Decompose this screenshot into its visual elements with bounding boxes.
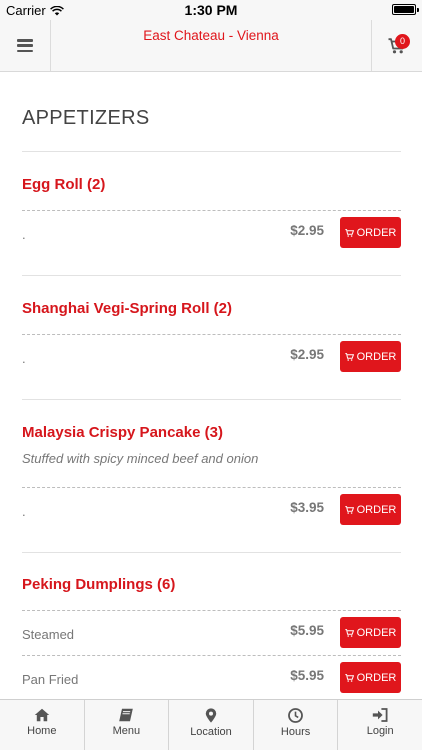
tab-label: Location xyxy=(190,726,232,738)
tab-hours[interactable]: Hours xyxy=(254,700,339,750)
book-icon xyxy=(119,708,134,722)
cart-count-badge: 0 xyxy=(395,34,410,49)
option-price: $2.95 xyxy=(290,347,324,362)
order-button[interactable]: ORDER xyxy=(340,494,401,525)
order-button[interactable]: ORDER xyxy=(340,341,401,372)
app-header: East Chateau - Vienna 0 xyxy=(0,20,422,72)
menu-item: Egg Roll (2) . $2.95 ORDER xyxy=(22,176,401,248)
item-divider xyxy=(22,275,401,276)
option-label: . xyxy=(22,227,26,242)
cart-icon xyxy=(344,673,354,682)
item-name: Peking Dumplings (6) xyxy=(22,576,176,593)
status-time: 1:30 PM xyxy=(184,2,238,18)
tab-location[interactable]: Location xyxy=(169,700,254,750)
item-name: Malaysia Crispy Pancake (3) xyxy=(22,424,223,441)
tab-menu[interactable]: Menu xyxy=(85,700,170,750)
option-price: $3.95 xyxy=(290,500,324,515)
item-name: Egg Roll (2) xyxy=(22,176,106,193)
cart-icon xyxy=(344,505,354,514)
item-option-row: Steamed $5.95 ORDER xyxy=(22,610,401,654)
cart-icon xyxy=(344,628,354,637)
item-description: Stuffed with spicy minced beef and onion xyxy=(22,451,259,466)
status-bar: Carrier 1:30 PM xyxy=(0,0,422,20)
order-button-label: ORDER xyxy=(356,503,397,516)
hamburger-icon xyxy=(17,39,33,52)
item-option-row: . $3.95 ORDER xyxy=(22,487,401,531)
cart-button[interactable]: 0 xyxy=(371,20,422,71)
section-title: APPETIZERS xyxy=(22,107,150,129)
option-price: $5.95 xyxy=(290,668,324,683)
tab-label: Home xyxy=(27,725,57,737)
item-name: Shanghai Vegi-Spring Roll (2) xyxy=(22,300,233,317)
option-price: $2.95 xyxy=(290,223,324,238)
home-icon xyxy=(34,708,49,722)
menu-item: Malaysia Crispy Pancake (3) Stuffed with… xyxy=(22,424,401,525)
tab-label: Hours xyxy=(280,726,311,738)
menu-button[interactable] xyxy=(0,20,51,71)
tab-label: Login xyxy=(366,725,394,737)
option-label: Steamed xyxy=(22,627,75,642)
menu-content[interactable]: APPETIZERS Egg Roll (2) . $2.95 ORDER Sh… xyxy=(0,73,422,698)
option-label: . xyxy=(22,351,26,366)
cart-icon xyxy=(344,228,354,237)
sign-in-icon xyxy=(372,708,388,722)
restaurant-title: East Chateau - Vienna xyxy=(143,28,279,43)
order-button-label: ORDER xyxy=(356,626,397,639)
option-label: . xyxy=(22,504,26,519)
tab-label: Menu xyxy=(112,725,141,737)
order-button[interactable]: ORDER xyxy=(340,617,401,648)
status-right xyxy=(392,4,419,15)
map-pin-icon xyxy=(205,708,217,723)
item-divider xyxy=(22,399,401,400)
option-label: Pan Fried xyxy=(22,672,79,687)
tab-home[interactable]: Home xyxy=(0,700,85,750)
battery-icon xyxy=(392,4,419,15)
tab-login[interactable]: Login xyxy=(338,700,422,750)
clock-icon xyxy=(288,708,303,723)
item-divider xyxy=(22,552,401,553)
tab-bar: Home Menu Location Hours Login xyxy=(0,699,422,750)
menu-item: Shanghai Vegi-Spring Roll (2) . $2.95 OR… xyxy=(22,300,401,372)
section-divider xyxy=(22,151,401,152)
menu-item: Peking Dumplings (6) Steamed $5.95 ORDER… xyxy=(22,576,401,693)
order-button-label: ORDER xyxy=(356,350,397,363)
cart-icon xyxy=(344,352,354,361)
item-option-row: . $2.95 ORDER xyxy=(22,334,401,378)
item-option-row: Pan Fried $5.95 ORDER xyxy=(22,655,401,698)
option-price: $5.95 xyxy=(290,623,324,638)
order-button[interactable]: ORDER xyxy=(340,217,401,248)
order-button[interactable]: ORDER xyxy=(340,662,401,693)
item-option-row: . $2.95 ORDER xyxy=(22,210,401,254)
order-button-label: ORDER xyxy=(356,226,397,239)
order-button-label: ORDER xyxy=(356,671,397,684)
